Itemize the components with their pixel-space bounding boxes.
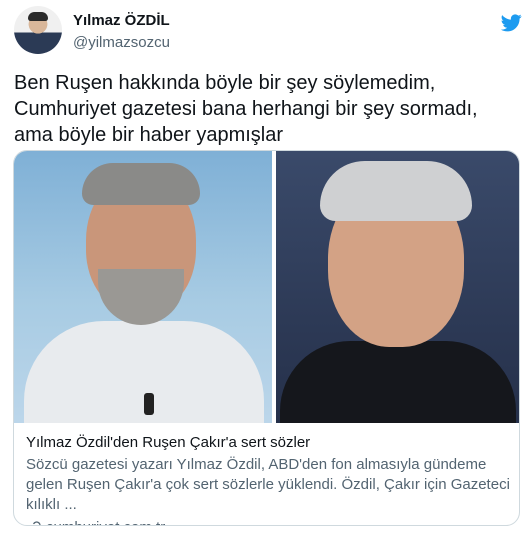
tweet[interactable]: Yılmaz ÖZDİL @yilmazsozcu Ben Ruşen hakk… xyxy=(0,0,532,537)
tweet-text: Ben Ruşen hakkında böyle bir şey söyleme… xyxy=(14,72,478,146)
author-display-name[interactable]: Yılmaz ÖZDİL xyxy=(73,12,170,29)
card-title: Yılmaz Özdil'den Ruşen Çakır'a sert sözl… xyxy=(26,434,311,451)
card-photo-right xyxy=(276,151,519,423)
tweet-header: Yılmaz ÖZDİL @yilmazsozcu xyxy=(14,6,524,58)
card-domain[interactable]: cumhuriyet.com.tr xyxy=(26,518,507,525)
card-domain-text[interactable]: cumhuriyet.com.tr xyxy=(46,518,165,525)
link-card[interactable]: Yılmaz Özdil'den Ruşen Çakır'a sert sözl… xyxy=(13,150,520,526)
link-icon xyxy=(33,521,41,525)
card-images[interactable] xyxy=(14,151,519,423)
avatar[interactable] xyxy=(14,6,62,54)
card-photo-left xyxy=(14,151,272,423)
card-description: Sözcü gazetesi yazarı Yılmaz Özdil, ABD'… xyxy=(26,456,510,513)
author-handle[interactable]: @yilmazsozcu xyxy=(73,34,170,51)
twitter-bird-icon[interactable] xyxy=(499,12,524,33)
card-body: Yılmaz Özdil'den Ruşen Çakır'a sert sözl… xyxy=(14,423,519,525)
